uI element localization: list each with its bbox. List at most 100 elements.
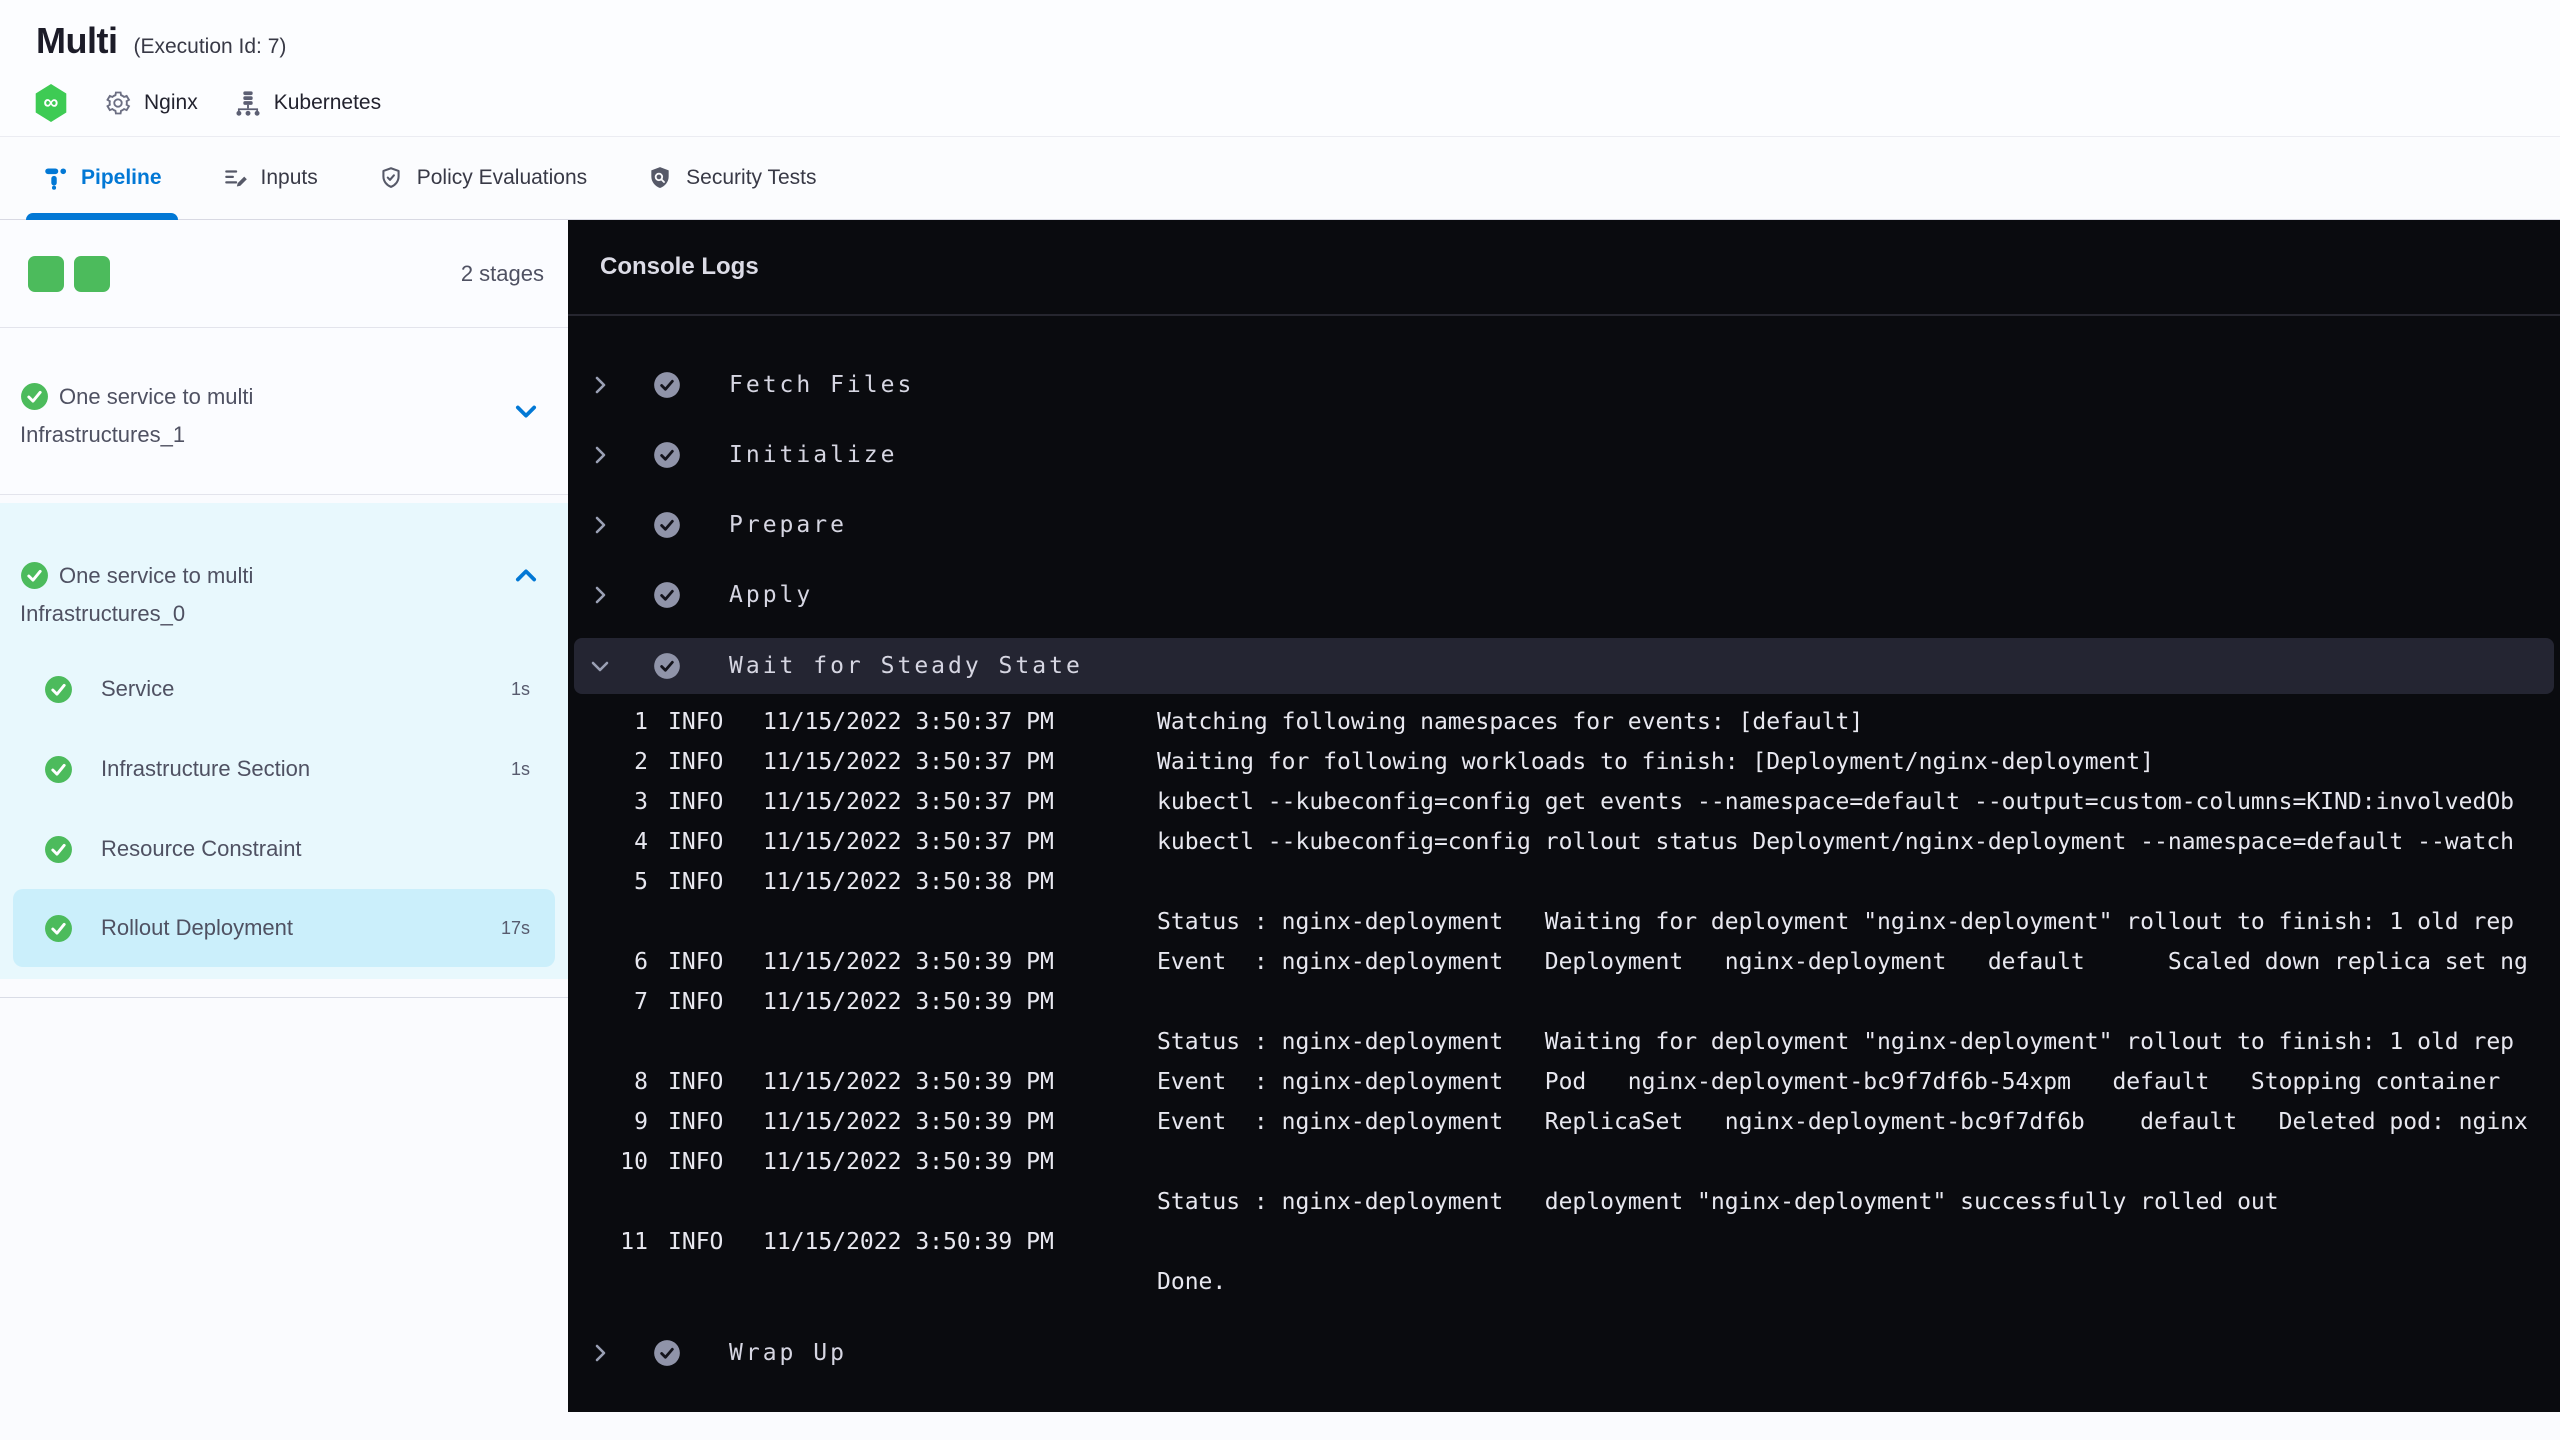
tab-pipeline[interactable]: Pipeline — [26, 137, 178, 220]
page-header: Multi (Execution Id: 7) ∞ Nginx Kubernet… — [0, 0, 2560, 220]
log-row: 7 INFO 11/15/2022 3:50:39 PM — [568, 982, 2560, 1022]
log-line-number: 8 — [634, 1069, 648, 1095]
log-message: Status : nginx-deployment Waiting for de… — [1157, 909, 2515, 935]
stage-square-success[interactable] — [74, 255, 110, 292]
tab-inputs[interactable]: Inputs — [222, 137, 318, 219]
chevron-right-icon[interactable] — [588, 1341, 612, 1365]
meta-row: ∞ Nginx Kubernetes — [0, 62, 2560, 122]
log-timestamp: 11/15/2022 3:50:37 PM — [763, 789, 1054, 815]
tab-security-tests[interactable]: Security Tests — [647, 137, 817, 219]
security-shield-search-icon — [651, 167, 669, 188]
console-step-label: Prepare — [729, 512, 847, 538]
log-message: Watching following namespaces for events… — [1157, 709, 1864, 735]
log-line-number: 2 — [634, 749, 648, 775]
console-body: Fetch Files Initialize Prepare Apply Wai… — [568, 316, 2560, 1388]
log-message — [1157, 982, 2560, 1022]
log-line-number: 5 — [634, 869, 648, 895]
console-steps-bottom: Wrap Up — [568, 1318, 2560, 1388]
log-timestamp: 11/15/2022 3:50:39 PM — [763, 1069, 1054, 1095]
chevron-right-icon[interactable] — [588, 373, 612, 397]
log-level: INFO — [668, 829, 724, 855]
stage-step-row[interactable]: Rollout Deployment 17s — [13, 889, 555, 967]
stage-row-infrastructures-0[interactable]: One service to multi Infrastructures_0 — [0, 503, 568, 649]
log-message: kubectl --kubeconfig=config get events -… — [1157, 789, 2515, 815]
log-level — [668, 1022, 748, 1062]
chevron-down-icon[interactable] — [588, 654, 612, 678]
success-check-icon — [654, 1340, 680, 1366]
log-message — [1157, 1222, 2560, 1262]
log-level: INFO — [668, 1229, 724, 1255]
execution-sidebar: 2 stages One service to multi Infrastruc… — [0, 220, 568, 1412]
stages-summary-row: 2 stages — [0, 220, 568, 328]
gear-icon — [106, 91, 131, 115]
console-step-row[interactable]: Apply — [568, 560, 2560, 630]
pipeline-icon — [45, 168, 67, 190]
log-lines: 1 INFO 11/15/2022 3:50:37 PM Watching fo… — [568, 702, 2560, 1302]
tab-label: Security Tests — [686, 166, 817, 189]
stage-row-infrastructures-1[interactable]: One service to multi Infrastructures_1 — [0, 328, 568, 495]
console-step-row[interactable]: Initialize — [568, 420, 2560, 490]
console-step-row[interactable]: Wrap Up — [568, 1318, 2560, 1388]
stage-block-infrastructures-0: One service to multi Infrastructures_0 S… — [0, 503, 568, 979]
log-row: 2 INFO 11/15/2022 3:50:37 PM Waiting for… — [568, 742, 2560, 782]
console-steps-top: Fetch Files Initialize Prepare Apply — [568, 350, 2560, 630]
log-level: INFO — [668, 949, 724, 975]
console-title: Console Logs — [600, 253, 759, 280]
log-line-number — [592, 1262, 648, 1302]
log-level — [668, 902, 748, 942]
step-duration: 17s — [500, 917, 530, 938]
log-timestamp: 11/15/2022 3:50:39 PM — [763, 1229, 1054, 1255]
log-row: 3 INFO 11/15/2022 3:50:37 PM kubectl --k… — [568, 782, 2560, 822]
stages-count: 2 stages — [460, 260, 544, 286]
log-row: 6 INFO 11/15/2022 3:50:39 PM Event : ngi… — [568, 942, 2560, 982]
log-level: INFO — [668, 789, 724, 815]
stage-square-success[interactable] — [28, 255, 64, 292]
chevron-down-icon[interactable] — [512, 397, 540, 425]
stage-title: One service to multi Infrastructures_0 — [20, 557, 390, 633]
console-step-row-expanded[interactable]: Wait for Steady State — [574, 638, 2554, 694]
tab-label: Inputs — [260, 166, 318, 189]
log-row: 5 INFO 11/15/2022 3:50:38 PM — [568, 862, 2560, 902]
log-line-number: 11 — [620, 1229, 648, 1255]
kubernetes-icon — [236, 91, 260, 116]
log-row: 10 INFO 11/15/2022 3:50:39 PM — [568, 1142, 2560, 1182]
log-timestamp: 11/15/2022 3:50:37 PM — [763, 829, 1054, 855]
stage-step-row[interactable]: Resource Constraint — [0, 809, 568, 889]
success-check-icon — [45, 835, 72, 863]
stage-step-row[interactable]: Infrastructure Section 1s — [0, 729, 568, 809]
console-step-row[interactable]: Prepare — [568, 490, 2560, 560]
log-timestamp: 11/15/2022 3:50:38 PM — [763, 869, 1054, 895]
step-duration: 1s — [510, 758, 530, 779]
tab-bar: Pipeline Inputs Policy Evaluations Secur… — [0, 136, 2560, 220]
log-message: Done. — [1157, 1269, 1227, 1295]
log-timestamp: 11/15/2022 3:50:39 PM — [763, 1109, 1054, 1135]
success-check-icon — [654, 512, 680, 538]
chevron-right-icon[interactable] — [588, 513, 612, 537]
stage-name: One service to multi Infrastructures_0 — [20, 563, 254, 626]
success-check-icon — [45, 675, 72, 703]
title-row: Multi (Execution Id: 7) — [0, 0, 2560, 62]
success-check-icon — [21, 383, 48, 410]
log-row: 4 INFO 11/15/2022 3:50:37 PM kubectl --k… — [568, 822, 2560, 862]
success-check-icon — [21, 562, 48, 589]
log-timestamp: 11/15/2022 3:50:39 PM — [763, 1149, 1054, 1175]
chevron-right-icon[interactable] — [588, 443, 612, 467]
success-check-icon — [654, 653, 680, 679]
log-timestamp: 11/15/2022 3:50:37 PM — [763, 709, 1054, 735]
chevron-up-icon[interactable] — [512, 562, 540, 590]
chevron-right-icon[interactable] — [588, 583, 612, 607]
stage-status-squares[interactable] — [28, 255, 110, 292]
console-step-row[interactable]: Fetch Files — [568, 350, 2560, 420]
stage-step-row[interactable]: Service 1s — [0, 649, 568, 729]
console-step-label: Wait for Steady State — [729, 653, 1083, 679]
success-check-icon — [654, 582, 680, 608]
main-content: 2 stages One service to multi Infrastruc… — [0, 220, 2560, 1412]
log-row: Status : nginx-deployment Waiting for de… — [568, 1022, 2560, 1062]
step-label: Resource Constraint — [101, 836, 302, 861]
log-line-number: 10 — [620, 1149, 648, 1175]
log-timestamp: 11/15/2022 3:50:37 PM — [763, 749, 1054, 775]
policy-shield-check-icon — [382, 167, 400, 188]
tab-policy-evaluations[interactable]: Policy Evaluations — [378, 137, 587, 219]
log-level: INFO — [668, 989, 724, 1015]
log-message — [1157, 862, 2560, 902]
